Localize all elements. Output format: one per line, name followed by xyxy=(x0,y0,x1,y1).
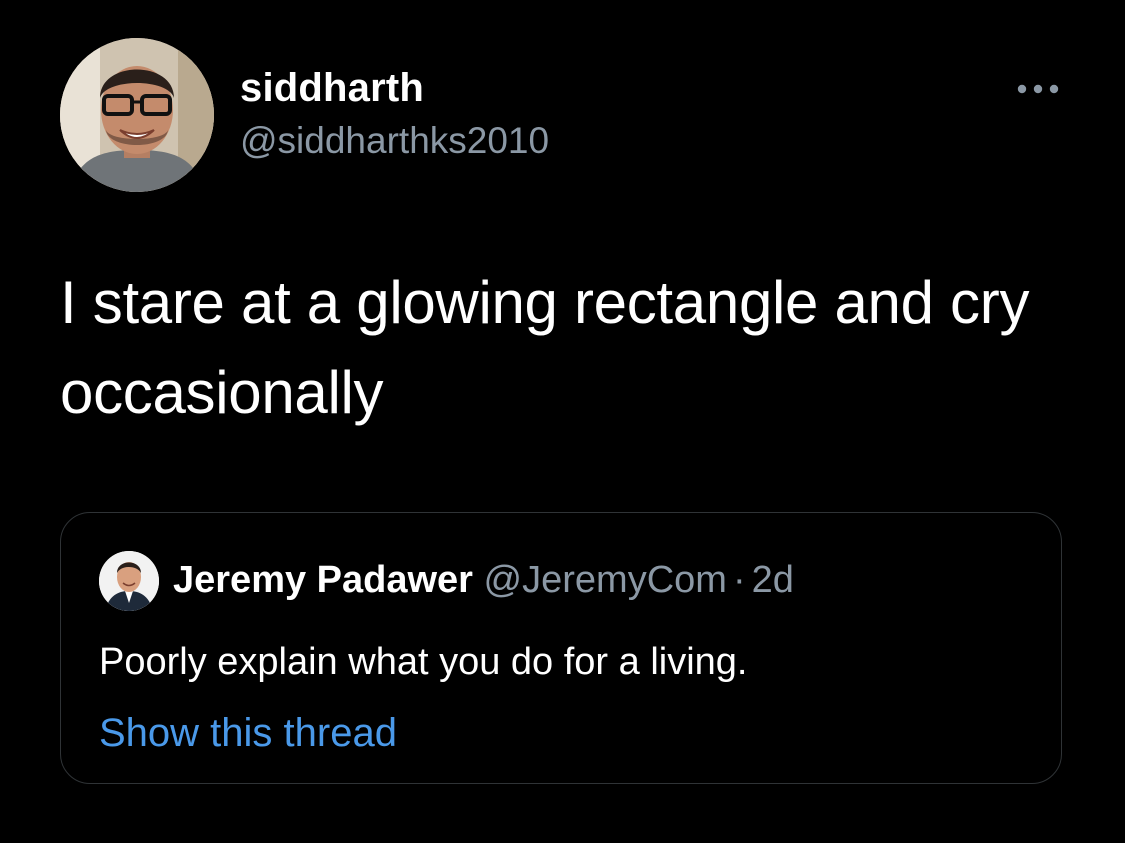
author-handle[interactable]: @siddharthks2010 xyxy=(240,118,549,164)
tweet-text: I stare at a glowing rectangle and cry o… xyxy=(60,269,1030,426)
quoted-tweet-timestamp[interactable]: 2d xyxy=(752,559,794,601)
separator-dot: · xyxy=(732,559,746,601)
tweet: siddharth @siddharthks2010 I stare at a … xyxy=(0,0,1125,843)
author-avatar-image xyxy=(60,38,214,192)
author-avatar[interactable] xyxy=(60,38,214,192)
show-thread-link[interactable]: Show this thread xyxy=(99,708,397,758)
more-options-button[interactable] xyxy=(1012,78,1064,100)
author-display-name[interactable]: siddharth xyxy=(240,64,424,112)
quoted-author-avatar-image xyxy=(99,551,159,611)
quoted-tweet-header: Jeremy Padawer @JeremyCom · 2d xyxy=(173,555,794,605)
quoted-author-display-name[interactable]: Jeremy Padawer xyxy=(173,559,473,601)
quoted-tweet-text: Poorly explain what you do for a living. xyxy=(99,641,748,683)
more-horizontal-icon xyxy=(1017,84,1059,94)
quoted-tweet-card[interactable]: Jeremy Padawer @JeremyCom · 2d Poorly expl… xyxy=(60,512,1062,784)
quoted-author-handle[interactable]: @JeremyCom xyxy=(484,559,727,601)
quoted-author-avatar[interactable] xyxy=(99,551,159,611)
